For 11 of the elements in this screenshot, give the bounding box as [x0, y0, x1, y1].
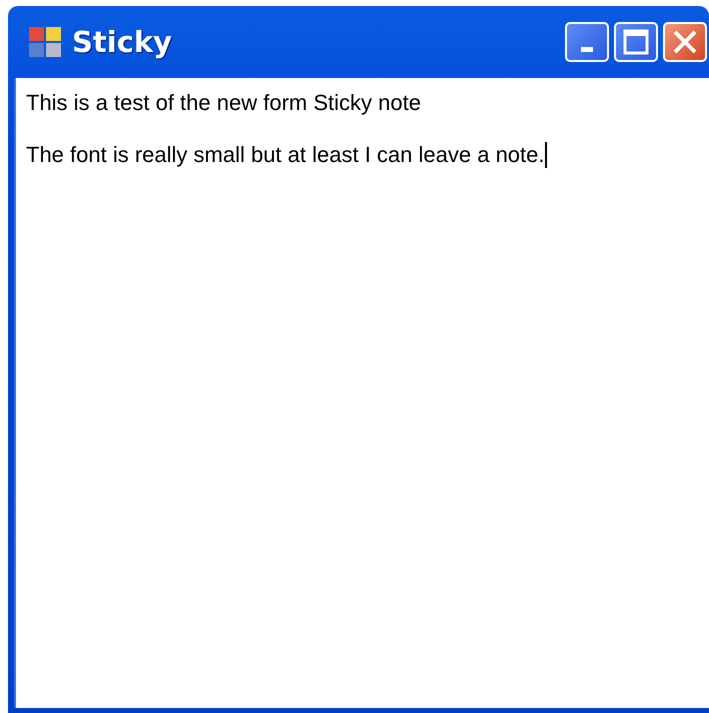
close-button[interactable] [663, 22, 707, 62]
window-title: Sticky [72, 25, 172, 59]
maximize-button[interactable] [614, 22, 658, 62]
app-icon [28, 25, 62, 59]
note-text: This is a test of the new form Sticky note [26, 90, 421, 115]
note-text: The font is really small but at least I can leave a note. [26, 142, 544, 167]
maximize-icon [623, 29, 649, 55]
close-icon [672, 29, 698, 55]
note-text-area[interactable]: This is a test of the new form Sticky note The font is really small but at least I can leave a note. [14, 78, 709, 708]
minimize-button[interactable] [565, 22, 609, 62]
minimize-icon [581, 46, 593, 52]
